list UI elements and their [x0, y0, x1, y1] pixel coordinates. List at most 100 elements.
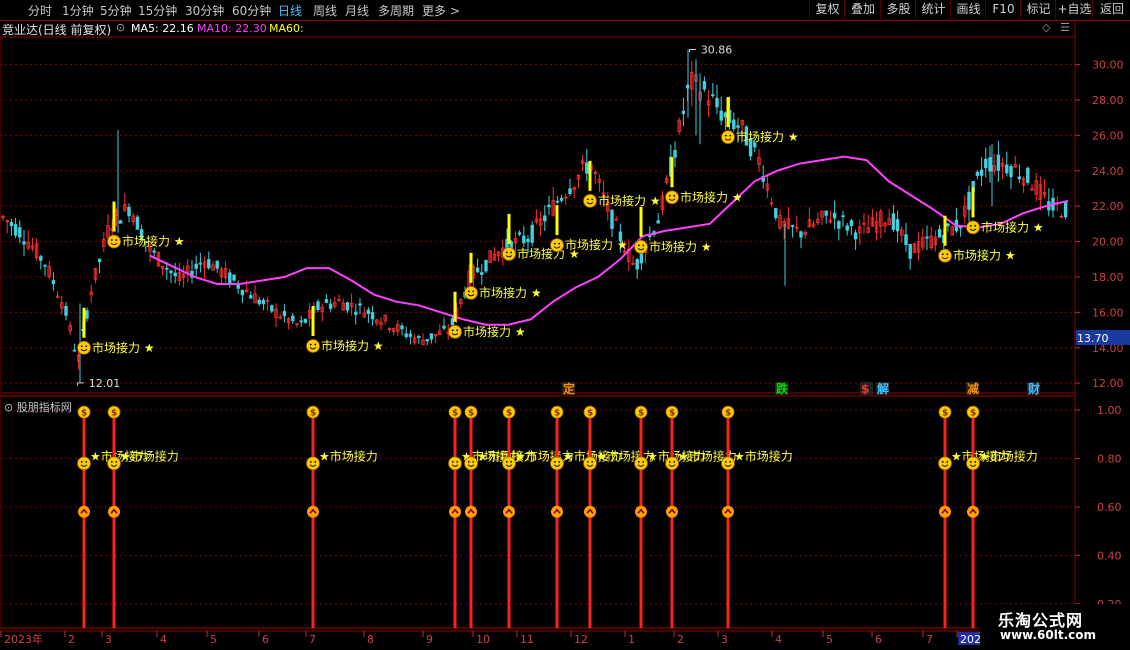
candle-body: [303, 318, 308, 323]
candle-body: [198, 262, 203, 265]
candle-body: [194, 263, 198, 269]
chevron-up-icon: [503, 505, 515, 518]
chevron-up-icon: [635, 505, 647, 518]
candle-body: [118, 220, 123, 224]
candle-body: [547, 204, 551, 208]
event-mark[interactable]: 减: [967, 381, 979, 396]
signal-bar: [469, 252, 473, 283]
chevron-up-icon: [666, 505, 678, 518]
money-bag-icon: $: [464, 405, 478, 419]
candle-body: [517, 232, 522, 235]
candle-body: [215, 260, 219, 269]
smiley-icon: [550, 238, 564, 252]
candle-body: [946, 223, 950, 227]
chevron-up-icon: [108, 505, 120, 518]
candle-body: [240, 289, 245, 296]
candle-body: [261, 299, 266, 305]
date-label: 7: [926, 633, 933, 646]
price-tick-label: 30.00: [1092, 59, 1124, 72]
date-label: 202: [960, 633, 981, 646]
event-mark[interactable]: 跌: [776, 381, 789, 396]
smiley-icon: [107, 234, 121, 249]
candle-body: [64, 306, 68, 316]
candle-body: [522, 235, 526, 244]
date-label: 6: [262, 633, 269, 646]
candle-body: [39, 256, 43, 261]
candle-body: [715, 97, 719, 108]
event-mark[interactable]: 财: [1027, 381, 1040, 396]
signal-bar: [453, 291, 457, 322]
candle-body: [1063, 201, 1068, 218]
candle-body: [316, 301, 320, 311]
chart-canvas: ⌐ 30.86 ⌐ 12.01 市场接力 ★ 市场接力 ★ 市场接力 ★ 市场接力 ★ 市…: [0, 20, 1130, 650]
event-mark[interactable]: $: [861, 382, 869, 396]
svg-text:$: $: [587, 409, 593, 419]
high-label: ⌐ 30.86: [688, 43, 732, 56]
indicator-signal-label: ★市场接力: [120, 448, 179, 463]
chevron-up-icon: [967, 505, 979, 518]
candle-body: [429, 333, 434, 340]
date-label: 3: [721, 633, 728, 646]
candle-body: [43, 264, 47, 267]
signal-bar: [507, 213, 511, 244]
money-bag-icon: $: [665, 405, 679, 419]
candle-body: [328, 303, 333, 309]
event-mark[interactable]: 解: [877, 381, 889, 396]
candle-body: [400, 325, 404, 330]
svg-text:$: $: [452, 409, 458, 419]
candle-body: [937, 229, 942, 238]
candle-body: [228, 272, 232, 284]
smiley-icon: [306, 456, 320, 471]
candle-body: [1009, 166, 1013, 178]
indicator-tick-label: 0.80: [1097, 453, 1122, 466]
candlestick-series: ⌐ 30.86 ⌐ 12.01: [1, 43, 1068, 390]
smiley-icon: [464, 456, 478, 471]
candle-body: [526, 238, 530, 243]
collapse-icon[interactable]: ⊙: [4, 401, 13, 414]
price-axis: 30.00 28.00 26.00 24.00 22.00 20.00 18.00 16.00…: [1075, 59, 1130, 390]
candle-body: [984, 158, 988, 169]
candle-body: [299, 320, 303, 323]
candle-body: [853, 232, 858, 240]
candle-body: [450, 318, 455, 326]
money-bag-icon: $: [634, 405, 648, 419]
date-label: 2023年: [4, 632, 43, 646]
candle-body: [967, 192, 971, 210]
signal-label: 市场接力 ★: [565, 237, 628, 252]
signal-label: 市场接力 ★: [680, 189, 743, 204]
money-bag-icon: $: [107, 405, 121, 419]
price-tick-label: 12.00: [1092, 377, 1124, 390]
smiley-icon: [665, 456, 679, 471]
candle-body: [345, 302, 350, 311]
candle-body: [370, 312, 375, 320]
date-label: 6: [875, 633, 882, 646]
smiley-icon: [938, 456, 952, 471]
candle-body: [849, 220, 854, 227]
date-label: 4: [160, 633, 167, 646]
event-mark[interactable]: 定: [563, 381, 575, 396]
candle-body: [18, 227, 22, 238]
candle-body: [1005, 164, 1009, 174]
date-label: 9: [426, 633, 433, 646]
signal-bar: [726, 97, 730, 128]
date-label: 5: [210, 633, 217, 646]
price-tick-label: 28.00: [1092, 94, 1124, 107]
price-tick-label: 16.00: [1092, 306, 1124, 319]
candle-body: [719, 110, 723, 121]
indicator-panel-title[interactable]: ⊙ 股朋指标网: [4, 399, 72, 415]
signal-label: 市场接力 ★: [598, 193, 661, 208]
money-bag-icon: $: [938, 405, 952, 419]
smiley-icon: [502, 247, 516, 261]
money-bag-icon: $: [448, 405, 462, 419]
current-price: 13.70: [1077, 332, 1109, 345]
signal-label: 市场接力 ★: [981, 219, 1044, 234]
indicator-tick-label: 1.00: [1097, 404, 1122, 417]
candle-body: [648, 235, 652, 238]
smiley-icon: [721, 456, 735, 471]
candle-body: [530, 224, 534, 243]
candle-body: [232, 274, 236, 281]
svg-text:$: $: [468, 409, 474, 419]
money-bag-icon: $: [502, 405, 516, 419]
svg-text:$: $: [310, 409, 316, 419]
indicator-signal-label: ★市场接力: [319, 448, 378, 463]
